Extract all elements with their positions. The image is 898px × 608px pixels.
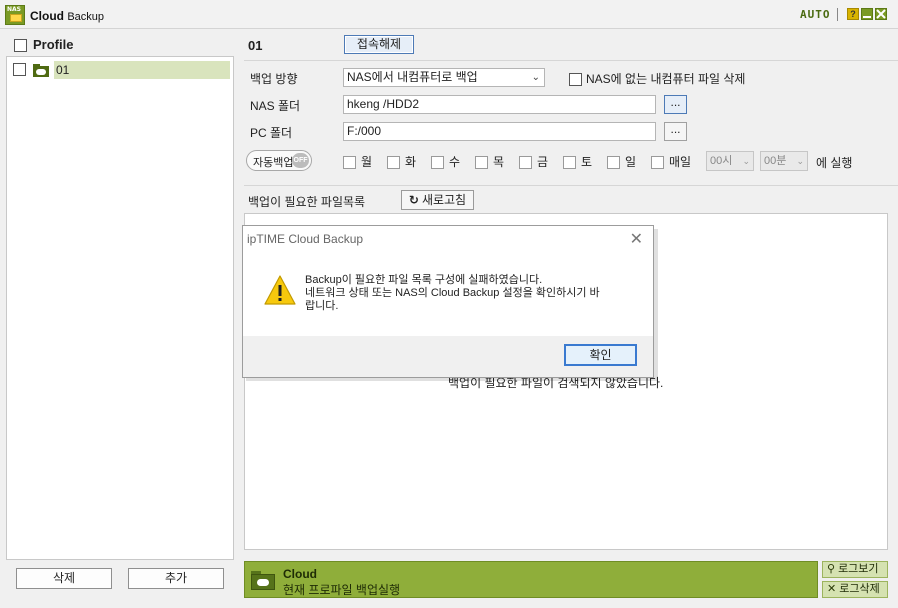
minute-value: 00분 (764, 155, 787, 167)
dialog-message-line: Backup이 필요한 파일 목록 구성에 실패하였습니다. (305, 274, 543, 286)
day-checkbox[interactable] (563, 156, 576, 170)
dialog-close-icon[interactable]: ✕ (630, 229, 643, 249)
day-label: 화 (405, 155, 417, 169)
toggle-knob: OFF (292, 153, 309, 168)
add-profile-button[interactable]: 추가 (128, 568, 224, 589)
hour-value: 00시 (710, 155, 733, 167)
pc-folder-label: PC 폴더 (250, 126, 293, 140)
delete-log-label: 로그삭제 (839, 583, 880, 595)
nas-folder-browse-button[interactable]: ... (664, 95, 687, 114)
status-text: 현재 프로파일 백업실행 (283, 583, 401, 597)
refresh-icon: ↻ (408, 193, 419, 207)
day-tue[interactable]: 화 (387, 153, 416, 170)
app-title-light: Backup (67, 11, 105, 23)
dialog-message-line: 네트워크 상태 또는 NAS의 Cloud Backup 설정을 확인하시기 바 (305, 287, 600, 299)
warning-icon (263, 274, 297, 309)
profile-header-label: Profile (33, 37, 74, 52)
close-icon (876, 9, 886, 19)
day-label: 목 (493, 155, 505, 169)
hour-select[interactable]: 00시 ⌄ (706, 151, 754, 171)
day-thu[interactable]: 목 (475, 153, 504, 170)
nas-folder-label: NAS 폴더 (250, 99, 301, 113)
divider (244, 60, 898, 61)
day-label: 토 (581, 155, 593, 169)
day-sat[interactable]: 토 (563, 153, 592, 170)
divider (244, 185, 898, 186)
dialog-footer: 확인 (243, 336, 653, 377)
day-sun[interactable]: 일 (607, 153, 636, 170)
delete-missing-checkbox[interactable] (569, 73, 582, 87)
profile-panel: Profile 01 삭제 추가 (6, 34, 234, 600)
minimize-icon (863, 16, 871, 18)
chevron-down-icon: ⌄ (796, 156, 804, 166)
profile-item[interactable]: 01 (7, 61, 233, 79)
chevron-down-icon: ⌄ (742, 156, 750, 166)
dialog-message: Backup이 필요한 파일 목록 구성에 실패하였습니다. 네트워크 상태 또… (305, 274, 635, 313)
day-label: 월 (361, 155, 373, 169)
file-list-label: 백업이 필요한 파일목록 (248, 195, 366, 209)
view-log-label: 로그보기 (838, 563, 879, 575)
select-all-checkbox[interactable] (14, 39, 27, 53)
refresh-button[interactable]: ↻ 새로고침 (401, 190, 474, 210)
profile-list: 01 (6, 56, 234, 560)
minimize-button[interactable] (861, 8, 873, 20)
day-label: 수 (449, 155, 461, 169)
delete-missing-label: NAS에 없는 내컴퓨터 파일 삭제 (586, 72, 746, 86)
profile-checkbox[interactable] (13, 63, 26, 76)
profile-item-label[interactable]: 01 (54, 61, 230, 79)
close-icon: ✕ (827, 583, 837, 595)
day-label: 매일 (669, 155, 692, 169)
title-bar: NAS Cloud Backup AUTO ? (0, 0, 898, 29)
pc-folder-field[interactable]: F:/000 (343, 122, 656, 141)
day-label: 일 (625, 155, 637, 169)
error-dialog: ipTIME Cloud Backup ✕ Backup이 필요한 파일 목록 … (242, 225, 654, 378)
auto-backup-toggle[interactable]: 자동백업 OFF (246, 150, 312, 171)
view-log-button[interactable]: ⚲ 로그보기 (822, 561, 888, 578)
search-icon: ⚲ (827, 563, 836, 575)
close-button[interactable] (875, 8, 887, 20)
minute-select[interactable]: 00분 ⌄ (760, 151, 808, 171)
run-label: 에 실행 (816, 156, 853, 170)
delete-log-button[interactable]: ✕ 로그삭제 (822, 581, 888, 598)
cloud-folder-icon (31, 63, 51, 77)
chevron-down-icon: ⌄ (531, 72, 540, 83)
profile-header: Profile (14, 37, 74, 53)
direction-label: 백업 방향 (250, 72, 298, 86)
app-title-bold: Cloud (30, 9, 64, 23)
day-checkbox[interactable] (475, 156, 488, 170)
ok-button[interactable]: 확인 (564, 344, 637, 366)
day-checkbox[interactable] (343, 156, 356, 170)
delete-profile-button[interactable]: 삭제 (16, 568, 112, 589)
status-title: Cloud (283, 567, 317, 581)
status-bar: Cloud 현재 프로파일 백업실행 (244, 561, 818, 598)
day-checkbox[interactable] (519, 156, 532, 170)
day-label: 금 (537, 155, 549, 169)
titlebar-separator (837, 8, 838, 21)
direction-value: NAS에서 내컴퓨터로 백업 (347, 70, 478, 84)
nas-folder-field[interactable]: hkeng /HDD2 (343, 95, 656, 114)
dialog-title: ipTIME Cloud Backup (247, 232, 364, 246)
help-button[interactable]: ? (847, 8, 859, 20)
day-fri[interactable]: 금 (519, 153, 548, 170)
disconnect-button[interactable]: 접속해제 (344, 35, 414, 54)
day-checkbox[interactable] (607, 156, 620, 170)
dialog-message-line: 랍니다. (305, 300, 339, 312)
day-everyday[interactable]: 매일 (651, 153, 691, 170)
day-checkbox[interactable] (651, 156, 664, 170)
day-checkbox[interactable] (387, 156, 400, 170)
refresh-label: 새로고침 (421, 193, 467, 207)
profile-name: 01 (248, 38, 263, 53)
cloud-folder-icon (251, 570, 275, 590)
pc-folder-browse-button[interactable]: ... (664, 122, 687, 141)
app-logo-icon: NAS (5, 5, 25, 25)
auto-label: AUTO (800, 8, 831, 21)
day-mon[interactable]: 월 (343, 153, 372, 170)
day-wed[interactable]: 수 (431, 153, 460, 170)
day-checkbox[interactable] (431, 156, 444, 170)
auto-backup-label: 자동백업 (253, 157, 294, 169)
app-title: Cloud Backup (30, 9, 104, 23)
delete-missing-option[interactable]: NAS에 없는 내컴퓨터 파일 삭제 (569, 70, 745, 87)
direction-select[interactable]: NAS에서 내컴퓨터로 백업 ⌄ (343, 68, 545, 87)
logo-mark: NAS (7, 6, 21, 13)
